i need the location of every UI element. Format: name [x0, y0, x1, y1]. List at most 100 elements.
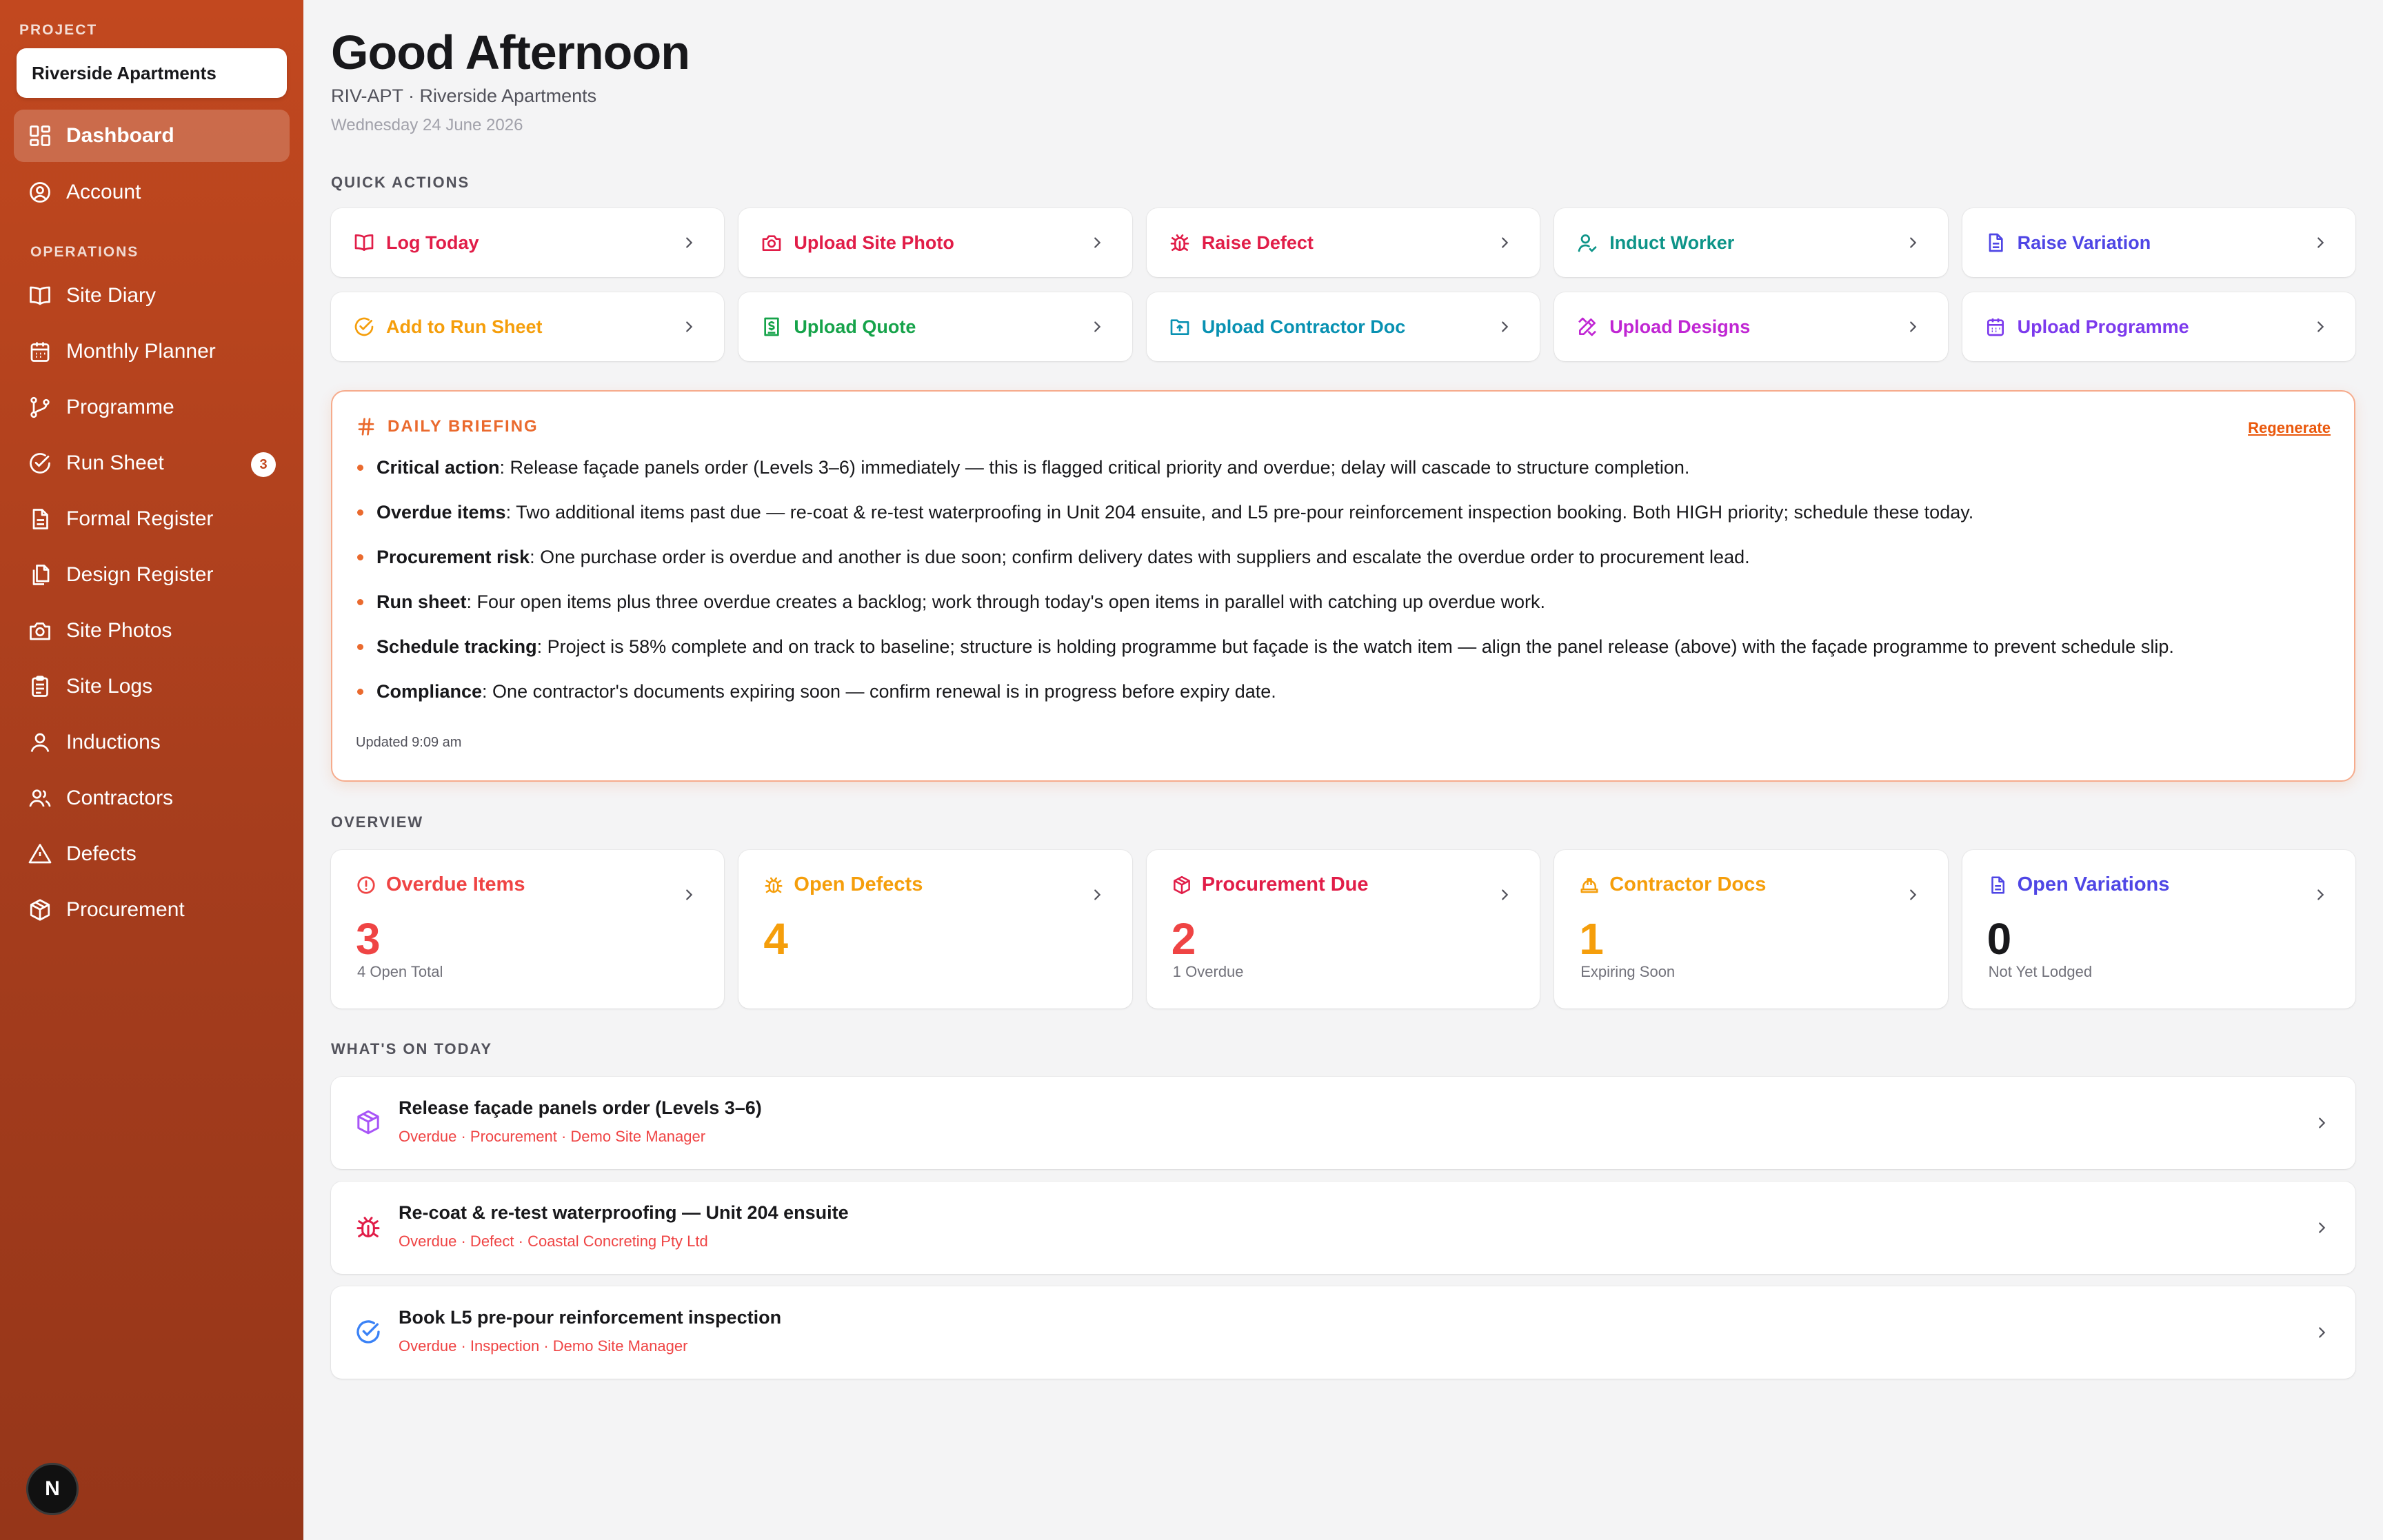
chevron-right-icon [2317, 321, 2324, 332]
project-selector[interactable]: Riverside Apartments [17, 48, 287, 98]
quick-action-induct-worker[interactable]: Induct Worker [1554, 208, 1948, 277]
chevron-right-icon [1502, 237, 1509, 248]
quick-action-upload-designs[interactable]: Upload Designs [1554, 292, 1948, 361]
quick-action-upload-site-photo[interactable]: Upload Site Photo [738, 208, 1132, 277]
quick-action-add-to-run-sheet[interactable]: Add to Run Sheet [331, 292, 725, 361]
bug-icon [1170, 234, 1189, 251]
overview-card-title: Open Defects [794, 873, 923, 895]
today-list: Release façade panels order (Levels 3–6)… [331, 1077, 2355, 1391]
bug-icon [765, 877, 783, 893]
overview-card-title: Contractor Docs [1609, 873, 1767, 895]
git-branch-icon [30, 396, 50, 418]
package-icon [30, 899, 50, 921]
daily-briefing-title: DAILY BRIEFING [356, 416, 539, 437]
today-item[interactable]: Re-coat & re-test waterproofing — Unit 2… [331, 1182, 2355, 1274]
chevron-right-icon [1094, 889, 1101, 900]
briefing-item: Procurement risk: One purchase order is … [356, 545, 2331, 589]
sidebar-item-programme[interactable]: Programme [14, 381, 290, 434]
chevron-right-icon [1909, 321, 1916, 332]
sidebar-item-design-register[interactable]: Design Register [14, 549, 290, 601]
overview-card-value: 4 [763, 914, 788, 964]
today-item-title: Re-coat & re-test waterproofing — Unit 2… [399, 1202, 849, 1223]
overview-card-title: Overdue Items [386, 873, 525, 895]
overview-card-contractor-docs[interactable]: Contractor Docs 1 Expiring Soon [1554, 850, 1948, 1009]
quick-action-label: Upload Site Photo [794, 232, 954, 253]
sidebar-item-contractors[interactable]: Contractors [14, 772, 290, 824]
pencil-ruler-icon [1578, 317, 1597, 336]
chevron-right-icon [686, 321, 693, 332]
sidebar-item-label: Contractors [66, 787, 174, 809]
quick-action-raise-defect[interactable]: Raise Defect [1146, 208, 1540, 277]
briefing-item: Overdue items: Two additional items past… [356, 500, 2331, 545]
quick-action-log-today[interactable]: Log Today [331, 208, 725, 277]
regenerate-link[interactable]: Regenerate [2248, 419, 2331, 437]
overview-card-header: Contractor Docs [1579, 873, 1766, 896]
sidebar-item-defects[interactable]: Defects [14, 828, 290, 880]
overview-card-value: 0 [1987, 914, 2012, 964]
whats-on-today-label: WHAT'S ON TODAY [331, 1040, 493, 1057]
today-item[interactable]: Release façade panels order (Levels 3–6)… [331, 1077, 2355, 1169]
account-circle-icon [30, 182, 50, 203]
run-sheet-badge: 3 [251, 452, 276, 477]
quick-action-upload-programme[interactable]: Upload Programme [1962, 292, 2355, 361]
overview-card-procurement-due[interactable]: Procurement Due 2 1 Overdue [1146, 850, 1540, 1009]
chevron-right-icon [2319, 1222, 2326, 1233]
briefing-item-text: : Release façade panels order (Levels 3–… [499, 457, 1690, 478]
user-icon [30, 733, 50, 752]
sidebar-item-run-sheet[interactable]: Run Sheet 3 [14, 437, 290, 489]
files-icon [32, 565, 50, 585]
camera-icon [30, 622, 50, 640]
page-title: Good Afternoon [331, 26, 690, 79]
sidebar-item-procurement[interactable]: Procurement [14, 884, 290, 936]
current-date: Wednesday 24 June 2026 [331, 116, 523, 134]
chevron-right-icon [2317, 237, 2324, 248]
overview-card-title: Procurement Due [1201, 873, 1369, 895]
chevron-right-icon [1502, 321, 1509, 332]
sidebar-item-inductions[interactable]: Inductions [14, 716, 290, 769]
today-item[interactable]: Book L5 pre-pour reinforcement inspectio… [331, 1286, 2355, 1379]
sidebar-item-monthly-planner[interactable]: Monthly Planner [14, 325, 290, 378]
quick-action-upload-quote[interactable]: Upload Quote [738, 292, 1132, 361]
sidebar-item-dashboard[interactable]: Dashboard [14, 110, 290, 162]
overview-card-title: Open Variations [2017, 873, 2170, 895]
user-check-icon [1578, 234, 1597, 252]
overview-card-open-defects[interactable]: Open Defects 4 [738, 850, 1132, 1009]
sidebar-item-label: Site Photos [66, 619, 172, 642]
briefing-item-head: Compliance [376, 681, 483, 702]
sidebar-item-formal-register[interactable]: Formal Register [14, 493, 290, 545]
overview-card-overdue-items[interactable]: Overdue Items 3 4 Open Total [331, 850, 725, 1009]
check-circle-icon [354, 317, 374, 336]
briefing-item-head: Schedule tracking [376, 636, 537, 657]
briefing-item: Compliance: One contractor's documents e… [356, 679, 2331, 724]
quick-action-label: Upload Programme [2017, 316, 2189, 337]
chevron-right-icon [1502, 889, 1509, 900]
sidebar-item-site-photos[interactable]: Site Photos [14, 605, 290, 657]
overview-label: OVERVIEW [331, 813, 424, 831]
quick-action-label: Log Today [386, 232, 479, 253]
sidebar-item-site-logs[interactable]: Site Logs [14, 660, 290, 713]
overview-card-subtext: Not Yet Lodged [1988, 963, 2093, 980]
user-avatar[interactable]: N [26, 1463, 79, 1515]
folder-upload-icon [1170, 319, 1189, 335]
sidebar-item-account[interactable]: Account [14, 166, 290, 219]
sidebar-item-site-diary[interactable]: Site Diary [14, 270, 290, 322]
quick-action-upload-contractor-doc[interactable]: Upload Contractor Doc [1146, 292, 1540, 361]
briefing-item-head: Run sheet [376, 591, 467, 612]
today-item-title: Release façade panels order (Levels 3–6) [399, 1097, 762, 1118]
hard-hat-icon [1580, 878, 1598, 893]
quick-actions-grid: Log Today Upload Site Photo Raise Defect… [331, 208, 2355, 361]
briefing-item: Run sheet: Four open items plus three ov… [356, 589, 2331, 634]
overview-card-open-variations[interactable]: Open Variations 0 Not Yet Lodged [1962, 850, 2355, 1009]
quick-action-raise-variation[interactable]: Raise Variation [1962, 208, 2355, 277]
sidebar-item-label: Site Diary [66, 284, 157, 307]
sidebar: PROJECT Riverside Apartments Dashboard A… [0, 0, 303, 1540]
warning-triangle-icon [28, 844, 52, 864]
sidebar-item-label: Monthly Planner [66, 340, 216, 363]
overview-card-subtext: Expiring Soon [1580, 963, 1676, 980]
sidebar-item-label: Formal Register [66, 507, 214, 530]
alert-circle-icon [357, 875, 375, 894]
sidebar-item-label: Dashboard [66, 124, 174, 147]
quick-action-label: Upload Contractor Doc [1201, 316, 1406, 337]
overview-card-value: 1 [1579, 914, 1604, 964]
book-icon [354, 234, 374, 251]
